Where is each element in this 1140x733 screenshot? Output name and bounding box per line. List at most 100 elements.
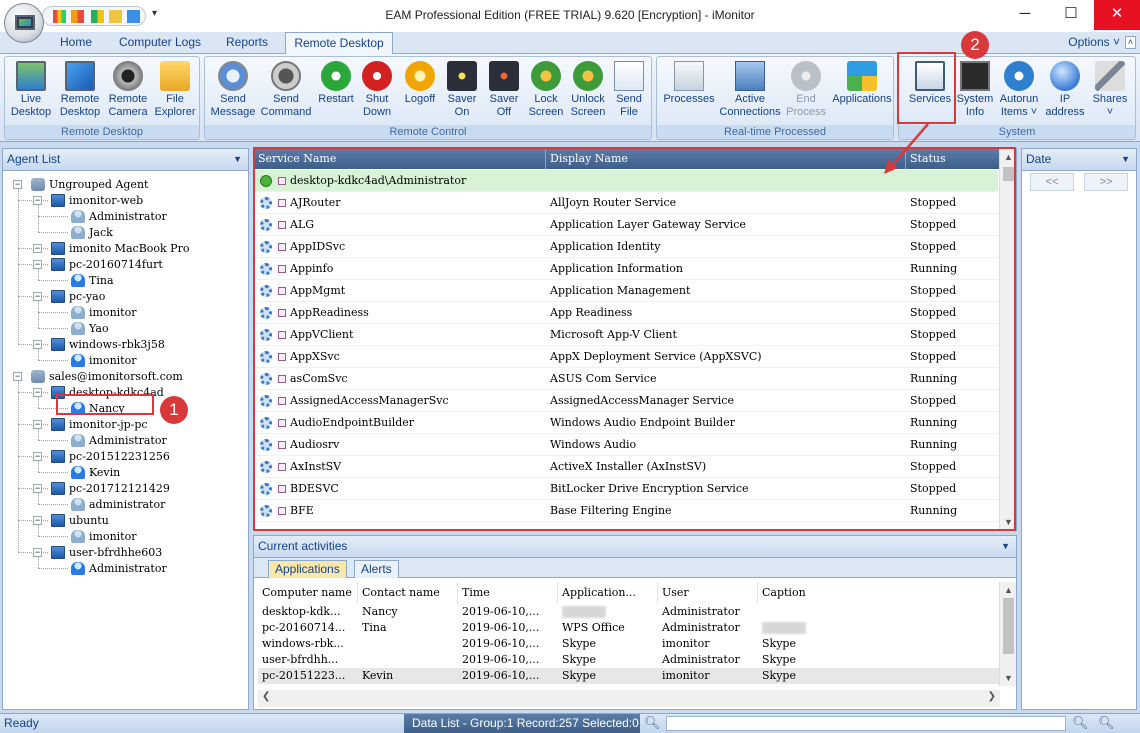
row-checkbox[interactable]: [278, 507, 286, 515]
tree-node[interactable]: pc-201712121429: [51, 480, 170, 496]
row-checkbox[interactable]: [278, 331, 286, 339]
service-row[interactable]: AppIDSvc Application Identity Stopped: [254, 236, 998, 258]
column-user[interactable]: User: [658, 582, 758, 604]
scroll-left-icon[interactable]: ❮: [262, 691, 270, 702]
ribbon-collapse-icon[interactable]: ˄: [1125, 36, 1136, 49]
unlock-screen-button[interactable]: Unlock Screen: [567, 61, 609, 119]
activities-dropdown-icon[interactable]: ▼: [1001, 536, 1010, 557]
scroll-down-icon[interactable]: ▼: [1000, 514, 1016, 530]
tab-applications[interactable]: Applications: [268, 560, 347, 578]
service-row[interactable]: Appinfo Application Information Running: [254, 258, 998, 280]
scroll-right-icon[interactable]: ❯: [988, 691, 996, 702]
row-checkbox[interactable]: [278, 485, 286, 493]
service-row[interactable]: AppReadiness App Readiness Stopped: [254, 302, 998, 324]
active-connections-button[interactable]: Active Connections: [717, 61, 783, 119]
column-computer-name[interactable]: Computer name: [258, 582, 358, 604]
saver-off-button[interactable]: Saver Off: [483, 61, 525, 119]
row-checkbox[interactable]: [278, 221, 286, 229]
tree-node[interactable]: Administrator: [71, 560, 167, 576]
row-checkbox[interactable]: [278, 287, 286, 295]
saver-on-button[interactable]: Saver On: [441, 61, 483, 119]
system-info-button[interactable]: System Info: [955, 61, 995, 119]
tab-computer-logs[interactable]: Computer Logs: [110, 32, 210, 54]
service-row[interactable]: Audiosrv Windows Audio Running: [254, 434, 998, 456]
activity-row[interactable]: windows-rbk... 2019-06-10,... Skype imonito…: [258, 636, 1002, 652]
service-row[interactable]: AppMgmt Application Management Stopped: [254, 280, 998, 302]
service-row[interactable]: BFE Base Filtering Engine Running: [254, 500, 998, 522]
column-display-name[interactable]: Display Name: [546, 149, 906, 169]
tree-node[interactable]: imonitor: [71, 304, 136, 320]
tab-reports[interactable]: Reports: [218, 32, 276, 54]
zoom-out-icon[interactable]: 🔍︎: [1072, 715, 1089, 731]
remote-desktop-button[interactable]: Remote Desktop: [57, 61, 103, 119]
column-contact-name[interactable]: Contact name: [358, 582, 458, 604]
column-time[interactable]: Time: [458, 582, 558, 604]
ip-address-button[interactable]: IP address: [1043, 61, 1087, 119]
close-button[interactable]: ✕: [1094, 0, 1140, 30]
tab-home[interactable]: Home: [52, 32, 100, 54]
row-checkbox[interactable]: [278, 177, 286, 185]
row-checkbox[interactable]: [278, 353, 286, 361]
tree-node[interactable]: Yao: [71, 320, 109, 336]
row-checkbox[interactable]: [278, 199, 286, 207]
tree-node[interactable]: sales@imonitorsoft.com: [31, 368, 183, 384]
send-command-button[interactable]: Send Command: [259, 61, 313, 119]
tree-expander[interactable]: −: [13, 372, 22, 381]
service-row[interactable]: BDESVC BitLocker Drive Encryption Service…: [254, 478, 998, 500]
act-scroll-thumb[interactable]: [1003, 598, 1014, 654]
date-prev-button[interactable]: <<: [1030, 173, 1074, 191]
activity-row[interactable]: user-bfrdhh... 2019-06-10,... Skype Adminis…: [258, 652, 1002, 668]
tree-expander[interactable]: −: [13, 180, 22, 189]
tree-node[interactable]: user-bfrdhhe603: [51, 544, 162, 560]
tree-node[interactable]: pc-yao: [51, 288, 105, 304]
row-checkbox[interactable]: [278, 441, 286, 449]
row-checkbox[interactable]: [278, 375, 286, 383]
tree-node[interactable]: imonitor-jp-pc: [51, 416, 148, 432]
service-row[interactable]: AudioEndpointBuilder Windows Audio Endpoi…: [254, 412, 998, 434]
service-row[interactable]: AxInstSV ActiveX Installer (AxInstSV) Stop…: [254, 456, 998, 478]
column-application[interactable]: Application...: [558, 582, 658, 604]
services-scrollbar[interactable]: ▲ ▼: [999, 149, 1016, 530]
service-row[interactable]: AJRouter AllJoyn Router Service Stopped: [254, 192, 998, 214]
agent-list-dropdown-icon[interactable]: ▼: [233, 149, 242, 170]
activity-row[interactable]: desktop-kdk... Nancy 2019-06-10,... Adminis…: [258, 604, 1002, 620]
tab-alerts[interactable]: Alerts: [354, 560, 399, 578]
processes-button[interactable]: Processes: [659, 61, 719, 106]
send-message-button[interactable]: Send Message: [209, 61, 257, 119]
row-checkbox[interactable]: [278, 419, 286, 427]
autorun-items-button[interactable]: Autorun Items ˅: [995, 61, 1043, 119]
zoom-in-icon[interactable]: 🔍︎: [1098, 715, 1115, 731]
activities-hscroll[interactable]: ❮ ❯: [258, 690, 1000, 707]
live-desktop-button[interactable]: Live Desktop: [7, 61, 55, 119]
search-icon[interactable]: 🔍︎: [644, 715, 661, 731]
shut-down-button[interactable]: Shut Down: [357, 61, 397, 119]
maximize-button[interactable]: ☐: [1048, 0, 1094, 30]
tree-node[interactable]: Ungrouped Agent: [31, 176, 148, 192]
tree-node[interactable]: pc-201512231256: [51, 448, 170, 464]
tree-node[interactable]: imonito MacBook Pro: [51, 240, 189, 256]
scroll-thumb[interactable]: [1003, 167, 1014, 181]
tree-node[interactable]: Administrator: [71, 208, 167, 224]
activities-vscroll[interactable]: ▲ ▼: [999, 582, 1016, 686]
tree-node[interactable]: Jack: [71, 224, 113, 240]
activity-row[interactable]: pc-20151223... Kevin 2019-06-10,... Skype im…: [258, 668, 1002, 684]
row-checkbox[interactable]: [278, 243, 286, 251]
minimize-button[interactable]: ─: [1002, 0, 1048, 30]
row-checkbox[interactable]: [278, 397, 286, 405]
tree-node[interactable]: pc-20160714furt: [51, 256, 163, 272]
scroll-up-icon[interactable]: ▲: [1000, 149, 1016, 165]
date-dropdown-icon[interactable]: ▼: [1121, 149, 1130, 170]
tree-node[interactable]: Tina: [71, 272, 114, 288]
service-row[interactable]: ALG Application Layer Gateway Service Stop…: [254, 214, 998, 236]
row-checkbox[interactable]: [278, 309, 286, 317]
column-service-name[interactable]: Service Name: [254, 149, 546, 169]
applications-button[interactable]: Applications: [829, 61, 895, 106]
tree-node[interactable]: imonitor: [71, 528, 136, 544]
service-row[interactable]: asComSvc ASUS Com Service Running: [254, 368, 998, 390]
tree-node[interactable]: Administrator: [71, 432, 167, 448]
row-checkbox[interactable]: [278, 463, 286, 471]
logoff-button[interactable]: Logoff: [399, 61, 441, 106]
service-row[interactable]: AppXSvc AppX Deployment Service (AppXSVC)…: [254, 346, 998, 368]
file-explorer-button[interactable]: File Explorer: [151, 61, 199, 119]
column-caption[interactable]: Caption: [758, 582, 1002, 604]
